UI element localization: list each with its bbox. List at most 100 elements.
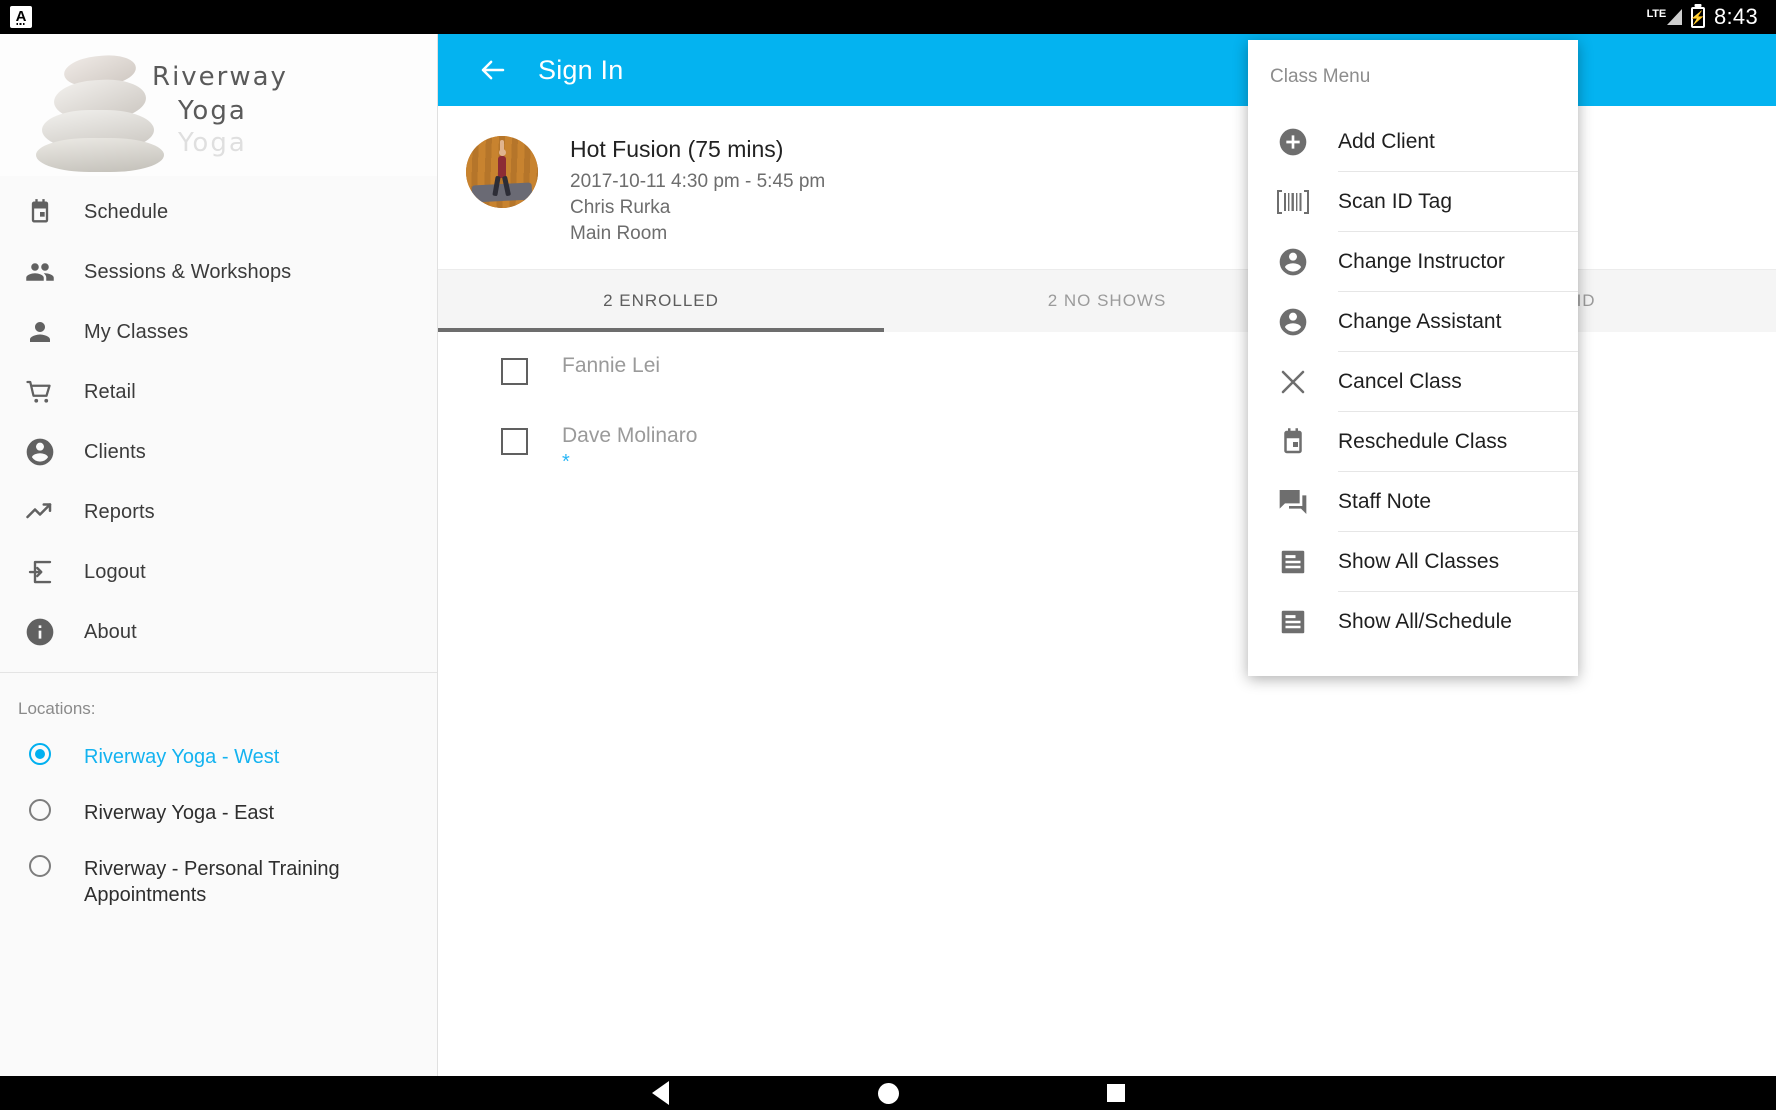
location-label: Riverway - Personal Training Appointment…	[84, 858, 340, 906]
sidebar-item-reports[interactable]: Reports	[0, 482, 437, 542]
location-label: Riverway Yoga - West	[84, 746, 280, 768]
nav-home-button[interactable]	[774, 1082, 1002, 1104]
battery-charging-icon: ⚡	[1689, 6, 1707, 28]
calendar-icon	[18, 198, 62, 226]
logo-line-2: Yoga	[178, 96, 247, 126]
menu-item-show-all-schedule[interactable]: Show All/Schedule	[1248, 592, 1578, 652]
sidebar-item-label: Sessions & Workshops	[84, 260, 292, 283]
menu-item-change-instructor[interactable]: Change Instructor	[1248, 232, 1578, 292]
back-arrow-icon[interactable]	[476, 53, 510, 87]
locations-list: Riverway Yoga - West Riverway Yoga - Eas…	[0, 719, 437, 909]
class-datetime: 2017-10-11 4:30 pm - 5:45 pm	[570, 171, 826, 192]
client-name: Fannie Lei	[562, 354, 661, 377]
close-x-icon	[1270, 367, 1316, 397]
locations-heading: Locations:	[18, 699, 96, 718]
status-bar-right: LTE ⚡ 8:43	[1647, 4, 1758, 30]
menu-item-label: Show All Classes	[1338, 549, 1500, 573]
class-menu-items: Add Client Scan ID Tag Change Instructor…	[1248, 88, 1578, 652]
class-thumbnail	[466, 136, 538, 208]
menu-item-label: Scan ID Tag	[1338, 189, 1453, 213]
class-title: Hot Fusion (75 mins)	[570, 136, 784, 162]
sidebar-item-schedule[interactable]: Schedule	[0, 182, 437, 242]
app-icon: A	[10, 6, 32, 28]
tab-label: 2 NO SHOWS	[1047, 291, 1167, 310]
account-circle-icon	[1270, 306, 1316, 338]
client-checkbox-wrapper[interactable]	[466, 332, 562, 385]
nav-back-button[interactable]	[546, 1081, 774, 1105]
cart-icon	[18, 377, 62, 407]
status-bar: A LTE ⚡ 8:43	[0, 0, 1776, 34]
sidebar-item-label: Clients	[84, 440, 146, 463]
tab-enrolled[interactable]: 2 ENROLLED	[438, 270, 884, 332]
android-nav-bar	[0, 1076, 1776, 1110]
menu-item-reschedule-class[interactable]: Reschedule Class	[1248, 412, 1578, 472]
sidebar-item-about[interactable]: About	[0, 602, 437, 662]
radio-button-icon[interactable]	[18, 741, 62, 765]
client-name: Dave Molinaro	[562, 424, 698, 447]
calendar-icon	[1270, 427, 1316, 457]
page-title: Sign In	[538, 54, 624, 85]
menu-item-label: Cancel Class	[1338, 369, 1462, 393]
class-instructor: Chris Rurka	[570, 197, 671, 218]
brand-logo: Riverway Yoga Yoga	[0, 34, 437, 176]
logo-line-3: Yoga	[178, 128, 247, 158]
nav-recents-button[interactable]	[1002, 1084, 1230, 1102]
menu-item-change-assistant[interactable]: Change Assistant	[1248, 292, 1578, 352]
sidebar-nav: Schedule Sessions & Workshops My Classes	[0, 176, 437, 662]
location-option-west[interactable]: Riverway Yoga - West	[0, 741, 437, 797]
logo-text: Riverway Yoga Yoga	[152, 62, 288, 158]
sidebar-item-label: Schedule	[84, 200, 169, 223]
sidebar-item-clients[interactable]: Clients	[0, 422, 437, 482]
article-icon	[1270, 547, 1316, 577]
menu-item-cancel-class[interactable]: Cancel Class	[1248, 352, 1578, 412]
sidebar-item-label: Reports	[84, 500, 155, 523]
client-details: Fannie Lei	[562, 332, 1776, 378]
client-details: Dave Molinaro *	[562, 402, 1776, 473]
sidebar-item-label: My Classes	[84, 320, 189, 343]
recents-square-icon	[1107, 1084, 1125, 1102]
client-flag-marker: *	[562, 451, 570, 473]
menu-item-label: Change Assistant	[1338, 309, 1502, 333]
sidebar-item-sessions-workshops[interactable]: Sessions & Workshops	[0, 242, 437, 302]
menu-item-label: Change Instructor	[1338, 249, 1505, 273]
sidebar-item-retail[interactable]: Retail	[0, 362, 437, 422]
menu-item-add-client[interactable]: Add Client	[1248, 112, 1578, 172]
signal-bars-icon	[1666, 9, 1682, 25]
bolt-icon: ⚡	[1689, 9, 1707, 25]
menu-item-label: Staff Note	[1338, 489, 1432, 513]
comment-icon	[1270, 487, 1316, 517]
client-checkbox-wrapper[interactable]	[466, 402, 562, 455]
signal-icon: LTE	[1647, 9, 1682, 25]
checkbox-unchecked-icon[interactable]	[500, 428, 528, 455]
menu-item-staff-note[interactable]: Staff Note	[1248, 472, 1578, 532]
class-menu-popup: Class Menu Add Client Scan ID Tag Change…	[1248, 40, 1578, 676]
sidebar-item-logout[interactable]: Logout	[0, 542, 437, 602]
class-details: Hot Fusion (75 mins) 2017-10-11 4:30 pm …	[570, 136, 825, 247]
tab-label: 2 ENROLLED	[603, 291, 719, 310]
menu-item-label: Add Client	[1338, 129, 1435, 153]
location-option-personal-training[interactable]: Riverway - Personal Training Appointment…	[0, 853, 437, 909]
stacked-stones-icon	[34, 52, 164, 172]
location-label: Riverway Yoga - East	[84, 802, 275, 824]
exit-icon	[18, 557, 62, 587]
sidebar-item-label: About	[84, 620, 137, 643]
menu-item-show-all-classes[interactable]: Show All Classes	[1248, 532, 1578, 592]
class-room: Main Room	[570, 223, 668, 244]
network-label: LTE	[1646, 8, 1667, 20]
person-icon	[18, 317, 62, 347]
location-option-east[interactable]: Riverway Yoga - East	[0, 797, 437, 853]
radio-button-icon[interactable]	[18, 797, 62, 821]
sidebar-item-my-classes[interactable]: My Classes	[0, 302, 437, 362]
add-circle-icon	[1270, 126, 1316, 158]
logo-line-1: Riverway	[152, 62, 288, 92]
sidebar-item-label: Logout	[84, 560, 146, 583]
checkbox-unchecked-icon[interactable]	[500, 358, 528, 385]
back-triangle-icon	[651, 1081, 669, 1105]
sidebar-item-label: Retail	[84, 380, 136, 403]
home-circle-icon	[877, 1082, 899, 1104]
radio-button-icon[interactable]	[18, 853, 62, 877]
clock-label: 8:43	[1713, 4, 1758, 29]
menu-item-scan-id-tag[interactable]: Scan ID Tag	[1248, 172, 1578, 232]
menu-item-label: Show All/Schedule	[1338, 610, 1512, 633]
people-icon	[18, 257, 62, 287]
